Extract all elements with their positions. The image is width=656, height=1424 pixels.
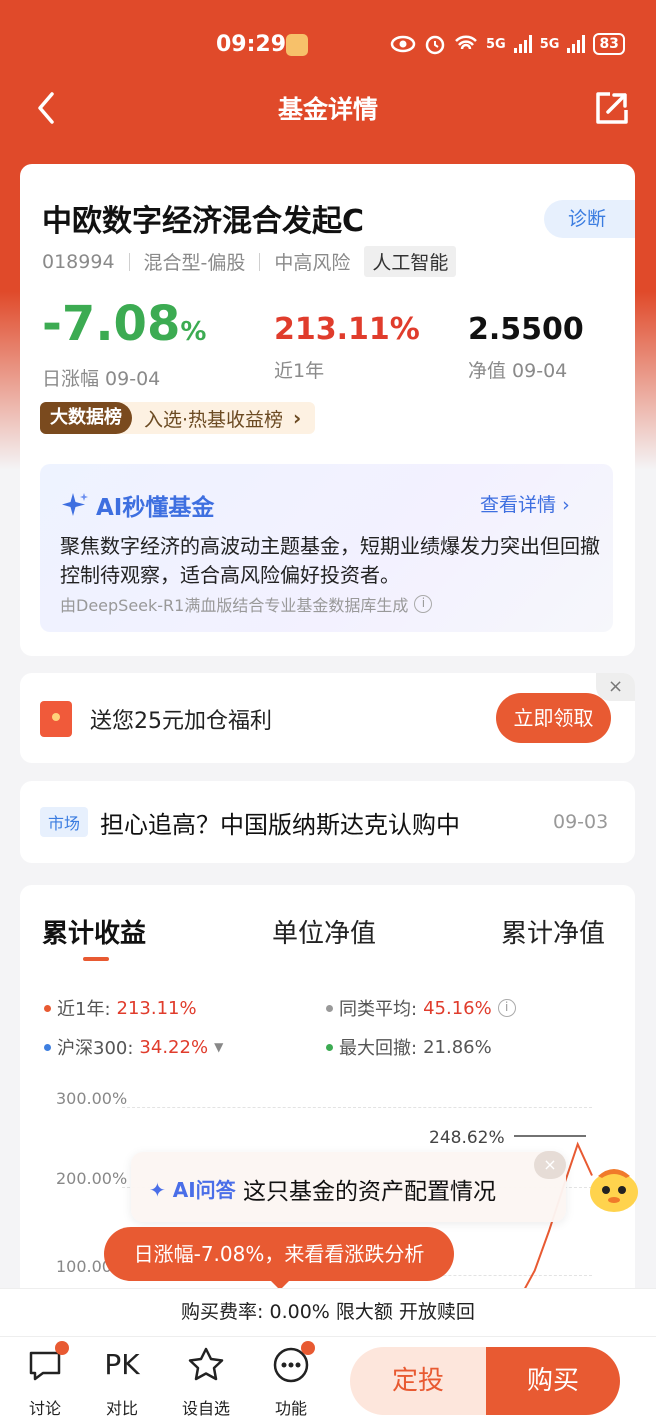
fee-info-bar: 购买费率: 0.00% 限大额 开放赎回 bbox=[0, 1288, 656, 1336]
ai-summary-note: 由DeepSeek-R1满血版结合专业基金数据库生成 i bbox=[60, 592, 433, 616]
network-label: 5G bbox=[486, 36, 506, 52]
pk-icon: PK bbox=[104, 1348, 140, 1381]
bottom-nav-label: 讨论 bbox=[28, 1399, 61, 1418]
ai-note-text: 由DeepSeek-R1满血版结合专业基金数据库生成 bbox=[60, 596, 409, 615]
fund-code: 018994 bbox=[42, 250, 115, 273]
mascot-icon[interactable] bbox=[584, 1158, 644, 1218]
alarm-icon bbox=[425, 35, 445, 55]
status-icons: 5G 5G 83 bbox=[390, 30, 625, 58]
battery-icon: 83 bbox=[593, 33, 625, 55]
fund-risk: 中高风险 bbox=[274, 252, 351, 274]
news-headline: 担心追高？中国版纳斯达克认购中 bbox=[100, 811, 460, 839]
close-icon[interactable]: × bbox=[596, 673, 635, 701]
sparkle-icon bbox=[62, 493, 88, 516]
nav-bar: 基金详情 bbox=[0, 78, 656, 138]
red-envelope-icon bbox=[40, 701, 72, 737]
peak-label: 248.62% bbox=[429, 1128, 505, 1148]
chevron-right-icon: › bbox=[562, 494, 570, 516]
bigdata-badge: 大数据榜 bbox=[40, 402, 132, 434]
star-icon bbox=[188, 1347, 224, 1381]
news-date: 09-03 bbox=[553, 811, 609, 833]
bottom-nav-functions[interactable]: 功能 bbox=[261, 1341, 321, 1419]
close-icon[interactable]: × bbox=[534, 1151, 566, 1179]
bottom-nav-compare[interactable]: PK 对比 bbox=[92, 1345, 152, 1419]
status-time: 09:29 bbox=[216, 32, 287, 57]
year-return-value: 213.11% bbox=[274, 312, 420, 347]
day-change-metric: -7.08% 日涨幅 09-04 bbox=[42, 296, 206, 391]
eye-icon bbox=[390, 35, 416, 53]
nav-metric: 2.5500 净值 09-04 bbox=[468, 310, 584, 383]
bottom-nav-label: 设自选 bbox=[181, 1399, 230, 1418]
info-icon[interactable]: i bbox=[414, 595, 433, 613]
wifi-icon bbox=[455, 35, 477, 50]
promo-text: 送您25元加仓福利 bbox=[90, 709, 272, 734]
ai-qa-badge-text: AI问答 bbox=[172, 1178, 236, 1202]
year-return-label: 近1年 bbox=[274, 360, 325, 382]
network-label-2: 5G bbox=[539, 36, 560, 52]
nav-label: 净值 09-04 bbox=[468, 360, 568, 382]
day-change-value: -7.08 bbox=[42, 296, 181, 352]
diagnose-button[interactable]: 诊断 bbox=[544, 200, 635, 238]
year-return-metric: 213.11% 近1年 bbox=[274, 310, 420, 383]
bottom-action-bar: 讨论 PK 对比 设自选 功能 定投 购买 bbox=[0, 1336, 656, 1424]
notification-app-icon bbox=[286, 34, 308, 56]
nav-value: 2.5500 bbox=[468, 312, 584, 347]
divider bbox=[128, 252, 130, 271]
bottom-nav-discuss[interactable]: 讨论 bbox=[15, 1341, 75, 1419]
fund-tags: 018994 混合型-偏股 中高风险 人工智能 bbox=[42, 246, 457, 277]
ranking-text: 入选·热基收益榜 bbox=[144, 408, 284, 431]
bottom-nav-label: 对比 bbox=[105, 1399, 138, 1418]
ai-summary-title: AI秒懂基金 bbox=[60, 488, 214, 522]
news-card[interactable]: 市场 担心追高？中国版纳斯达克认购中 09-03 bbox=[20, 781, 635, 863]
ai-qa-badge: ✦ AI问答 bbox=[149, 1178, 236, 1202]
ai-more-label: 查看详情 bbox=[480, 494, 557, 516]
ai-qa-question: 这只基金的资产配置情况 bbox=[243, 1179, 496, 1205]
promo-card: 送您25元加仓福利 立即领取 × bbox=[20, 673, 635, 763]
fund-summary-card: 中欧数字经济混合发起C 诊断 018994 混合型-偏股 中高风险 人工智能 -… bbox=[20, 164, 635, 656]
drop-analysis-tip[interactable]: 日涨幅-7.08%，来看看涨跌分析 bbox=[104, 1227, 454, 1290]
divider bbox=[259, 252, 261, 271]
fund-type: 混合型-偏股 bbox=[143, 252, 246, 274]
ai-summary-panel[interactable]: AI秒懂基金 查看详情 › 聚焦数字经济的高波动主题基金，短期业绩爆发力突出但回… bbox=[40, 464, 613, 632]
auto-invest-button[interactable]: 定投 bbox=[350, 1347, 486, 1415]
fund-name: 中欧数字经济混合发起C bbox=[42, 204, 365, 239]
day-change-label: 日涨幅 09-04 bbox=[42, 368, 161, 390]
news-tag: 市场 bbox=[40, 807, 89, 837]
bottom-nav-watchlist[interactable]: 设自选 bbox=[176, 1345, 236, 1419]
signal-icon-2 bbox=[567, 35, 586, 53]
share-icon[interactable] bbox=[592, 88, 632, 128]
claim-button[interactable]: 立即领取 bbox=[496, 693, 611, 743]
bottom-nav-label: 功能 bbox=[274, 1399, 307, 1418]
theme-tag[interactable]: 人工智能 bbox=[364, 246, 457, 277]
buy-button[interactable]: 购买 bbox=[486, 1347, 620, 1415]
ranking-banner[interactable]: 大数据榜 入选·热基收益榜 › bbox=[40, 402, 316, 434]
ai-qa-bubble[interactable]: ✦ AI问答 这只基金的资产配置情况 bbox=[131, 1152, 566, 1222]
chevron-right-icon: › bbox=[293, 406, 302, 430]
ai-summary-text: 聚焦数字经济的高波动主题基金，短期业绩爆发力突出但回撤控制待观察，适合高风险偏好… bbox=[60, 534, 600, 587]
ai-summary-more-link[interactable]: 查看详情 › bbox=[480, 490, 570, 517]
ai-summary-title-text: AI秒懂基金 bbox=[96, 495, 215, 521]
signal-icon bbox=[513, 35, 532, 53]
page-title: 基金详情 bbox=[277, 95, 378, 124]
notification-dot bbox=[55, 1341, 69, 1355]
notification-dot bbox=[301, 1341, 315, 1355]
day-change-unit: % bbox=[180, 317, 207, 347]
status-bar: 09:29 5G 5G 83 bbox=[0, 20, 656, 70]
